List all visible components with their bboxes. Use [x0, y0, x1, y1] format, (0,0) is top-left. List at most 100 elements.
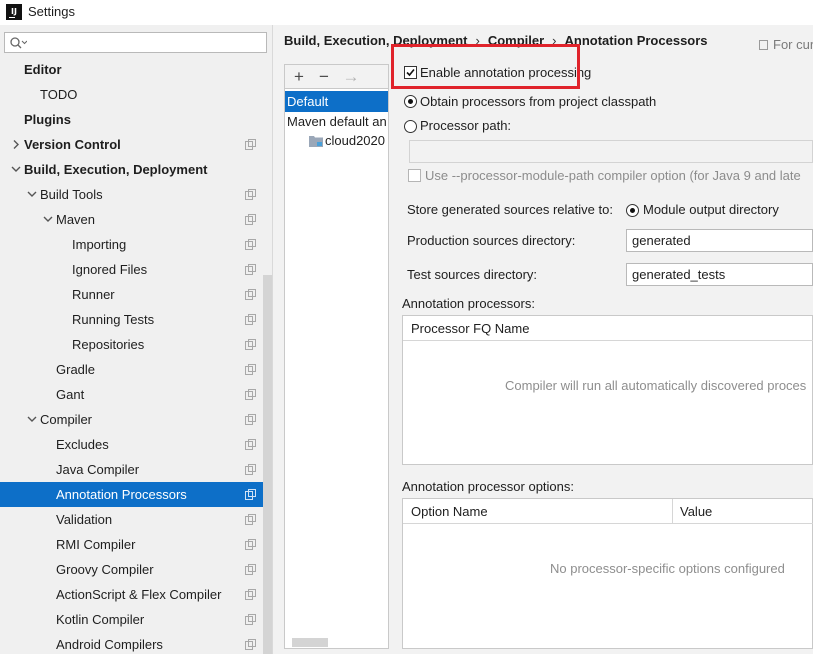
obtain-from-classpath-radio[interactable]: [404, 95, 417, 108]
tree-item-excludes[interactable]: Excludes: [0, 432, 272, 457]
tree-item-label: Editor: [24, 62, 62, 77]
tree-item-rmi-compiler[interactable]: RMI Compiler: [0, 532, 272, 557]
intellij-icon: IJ: [6, 4, 22, 20]
tree-item-version-control[interactable]: Version Control: [0, 132, 272, 157]
project-scope-icon: [759, 40, 768, 50]
option-value-header[interactable]: Value: [673, 499, 813, 524]
chevron-down-icon[interactable]: [26, 182, 38, 207]
tree-item-actionscript-flex-compiler[interactable]: ActionScript & Flex Compiler: [0, 582, 272, 607]
project-scope-icon: [245, 614, 256, 625]
tree-item-java-compiler[interactable]: Java Compiler: [0, 457, 272, 482]
tree-item-label: Importing: [72, 237, 127, 252]
project-scope-icon: [245, 214, 256, 225]
processor-path-radio[interactable]: [404, 120, 417, 133]
tree-item-repositories[interactable]: Repositories: [0, 332, 272, 357]
tree-scrollbar[interactable]: [263, 275, 272, 654]
tree-item-label: Android Compilers: [56, 637, 163, 652]
tree-item-groovy-compiler[interactable]: Groovy Compiler: [0, 557, 272, 582]
options-empty-message: No processor-specific options configured: [550, 561, 785, 576]
profiles-panel: + − → Default Maven default an cloud2020: [284, 64, 389, 649]
tree-item-label: TODO: [40, 87, 78, 102]
tree-item-kotlin-compiler[interactable]: Kotlin Compiler: [0, 607, 272, 632]
tree-item-label: Version Control: [24, 137, 121, 152]
tree-item-label: Build, Execution, Deployment: [24, 162, 208, 177]
project-scope-icon: [245, 639, 256, 650]
annotation-processors-table[interactable]: Processor FQ Name Compiler will run all …: [402, 315, 813, 465]
tree-item-gradle[interactable]: Gradle: [0, 357, 272, 382]
tree-item-label: Ignored Files: [72, 262, 148, 277]
add-profile-button[interactable]: +: [288, 65, 310, 88]
tree-item-editor[interactable]: Editor: [0, 57, 272, 82]
test-sources-input[interactable]: generated_tests: [626, 263, 813, 286]
tree-item-maven[interactable]: Maven: [0, 207, 272, 232]
tree-item-compiler[interactable]: Compiler: [0, 407, 272, 432]
tree-item-label: Groovy Compiler: [56, 562, 154, 577]
tree-item-build-tools[interactable]: Build Tools: [0, 182, 272, 207]
project-scope-icon: [245, 339, 256, 350]
chevron-down-icon[interactable]: [42, 207, 54, 232]
processor-module-path-checkbox[interactable]: [408, 169, 421, 182]
processor-path-field[interactable]: [409, 140, 813, 163]
project-scope-icon: [245, 314, 256, 325]
tree-item-runner[interactable]: Runner: [0, 282, 272, 307]
store-generated-label: Store generated sources relative to:: [407, 202, 613, 217]
project-scope-icon: [245, 414, 256, 425]
for-current-project-label: For cur: [759, 37, 813, 52]
tree-item-annotation-processors[interactable]: Annotation Processors: [0, 482, 272, 507]
settings-search-input[interactable]: [4, 32, 267, 53]
processors-empty-message: Compiler will run all automatically disc…: [505, 378, 807, 393]
tree-item-label: Build Tools: [40, 187, 103, 202]
annotation-highlight-box: [391, 44, 580, 89]
obtain-from-classpath-label: Obtain processors from project classpath: [420, 94, 657, 109]
production-sources-label: Production sources directory:: [407, 233, 576, 248]
tree-item-label: ActionScript & Flex Compiler: [56, 587, 222, 602]
project-scope-icon: [245, 564, 256, 575]
processor-path-label: Processor path:: [420, 118, 512, 133]
profiles-horizontal-scrollbar[interactable]: [292, 638, 328, 647]
production-sources-input[interactable]: generated: [626, 229, 813, 252]
tree-item-ignored-files[interactable]: Ignored Files: [0, 257, 272, 282]
module-output-directory-label: Module output directory: [643, 202, 779, 217]
tree-item-label: Excludes: [56, 437, 109, 452]
tree-item-plugins[interactable]: Plugins: [0, 107, 272, 132]
tree-item-label: Annotation Processors: [56, 487, 187, 502]
profiles-toolbar: + − →: [285, 65, 388, 89]
tree-item-gant[interactable]: Gant: [0, 382, 272, 407]
tree-item-todo[interactable]: TODO: [0, 82, 272, 107]
chevron-right-icon[interactable]: [10, 132, 22, 157]
profile-module-item[interactable]: cloud2020: [285, 130, 388, 151]
profile-item-default[interactable]: Default: [285, 91, 388, 112]
project-scope-icon: [245, 539, 256, 550]
project-scope-icon: [245, 139, 256, 150]
project-scope-icon: [245, 514, 256, 525]
project-scope-icon: [245, 264, 256, 275]
tree-item-importing[interactable]: Importing: [0, 232, 272, 257]
project-scope-icon: [245, 439, 256, 450]
module-output-directory-radio[interactable]: [626, 204, 639, 217]
breadcrumb-item: Annotation Processors: [564, 33, 708, 48]
tree-item-label: Maven: [56, 212, 96, 227]
chevron-down-icon[interactable]: [26, 407, 38, 432]
search-icon: [10, 37, 27, 49]
chevron-down-icon[interactable]: [10, 157, 22, 182]
project-scope-icon: [245, 589, 256, 600]
tree-item-validation[interactable]: Validation: [0, 507, 272, 532]
tree-item-running-tests[interactable]: Running Tests: [0, 307, 272, 332]
processor-module-path-label: Use --processor-module-path compiler opt…: [425, 168, 801, 183]
tree-item-label: Runner: [72, 287, 115, 302]
tree-item-build-execution-deployment[interactable]: Build, Execution, Deployment: [0, 157, 272, 182]
tree-item-label: Plugins: [24, 112, 71, 127]
tree-item-android-compilers[interactable]: Android Compilers: [0, 632, 272, 654]
window-title-bar: IJ Settings: [0, 0, 813, 25]
option-name-header[interactable]: Option Name: [403, 499, 673, 524]
project-scope-icon: [245, 489, 256, 500]
processor-fq-name-header[interactable]: Processor FQ Name: [403, 316, 813, 341]
remove-profile-button[interactable]: −: [313, 65, 335, 88]
tree-item-label: Running Tests: [72, 312, 155, 327]
profile-item-maven-default[interactable]: Maven default an: [285, 111, 388, 132]
move-profile-button[interactable]: →: [340, 65, 362, 88]
tree-item-label: RMI Compiler: [56, 537, 136, 552]
project-scope-icon: [245, 364, 256, 375]
project-scope-icon: [245, 289, 256, 300]
processor-options-table[interactable]: Option Name Value No processor-specific …: [402, 498, 813, 649]
